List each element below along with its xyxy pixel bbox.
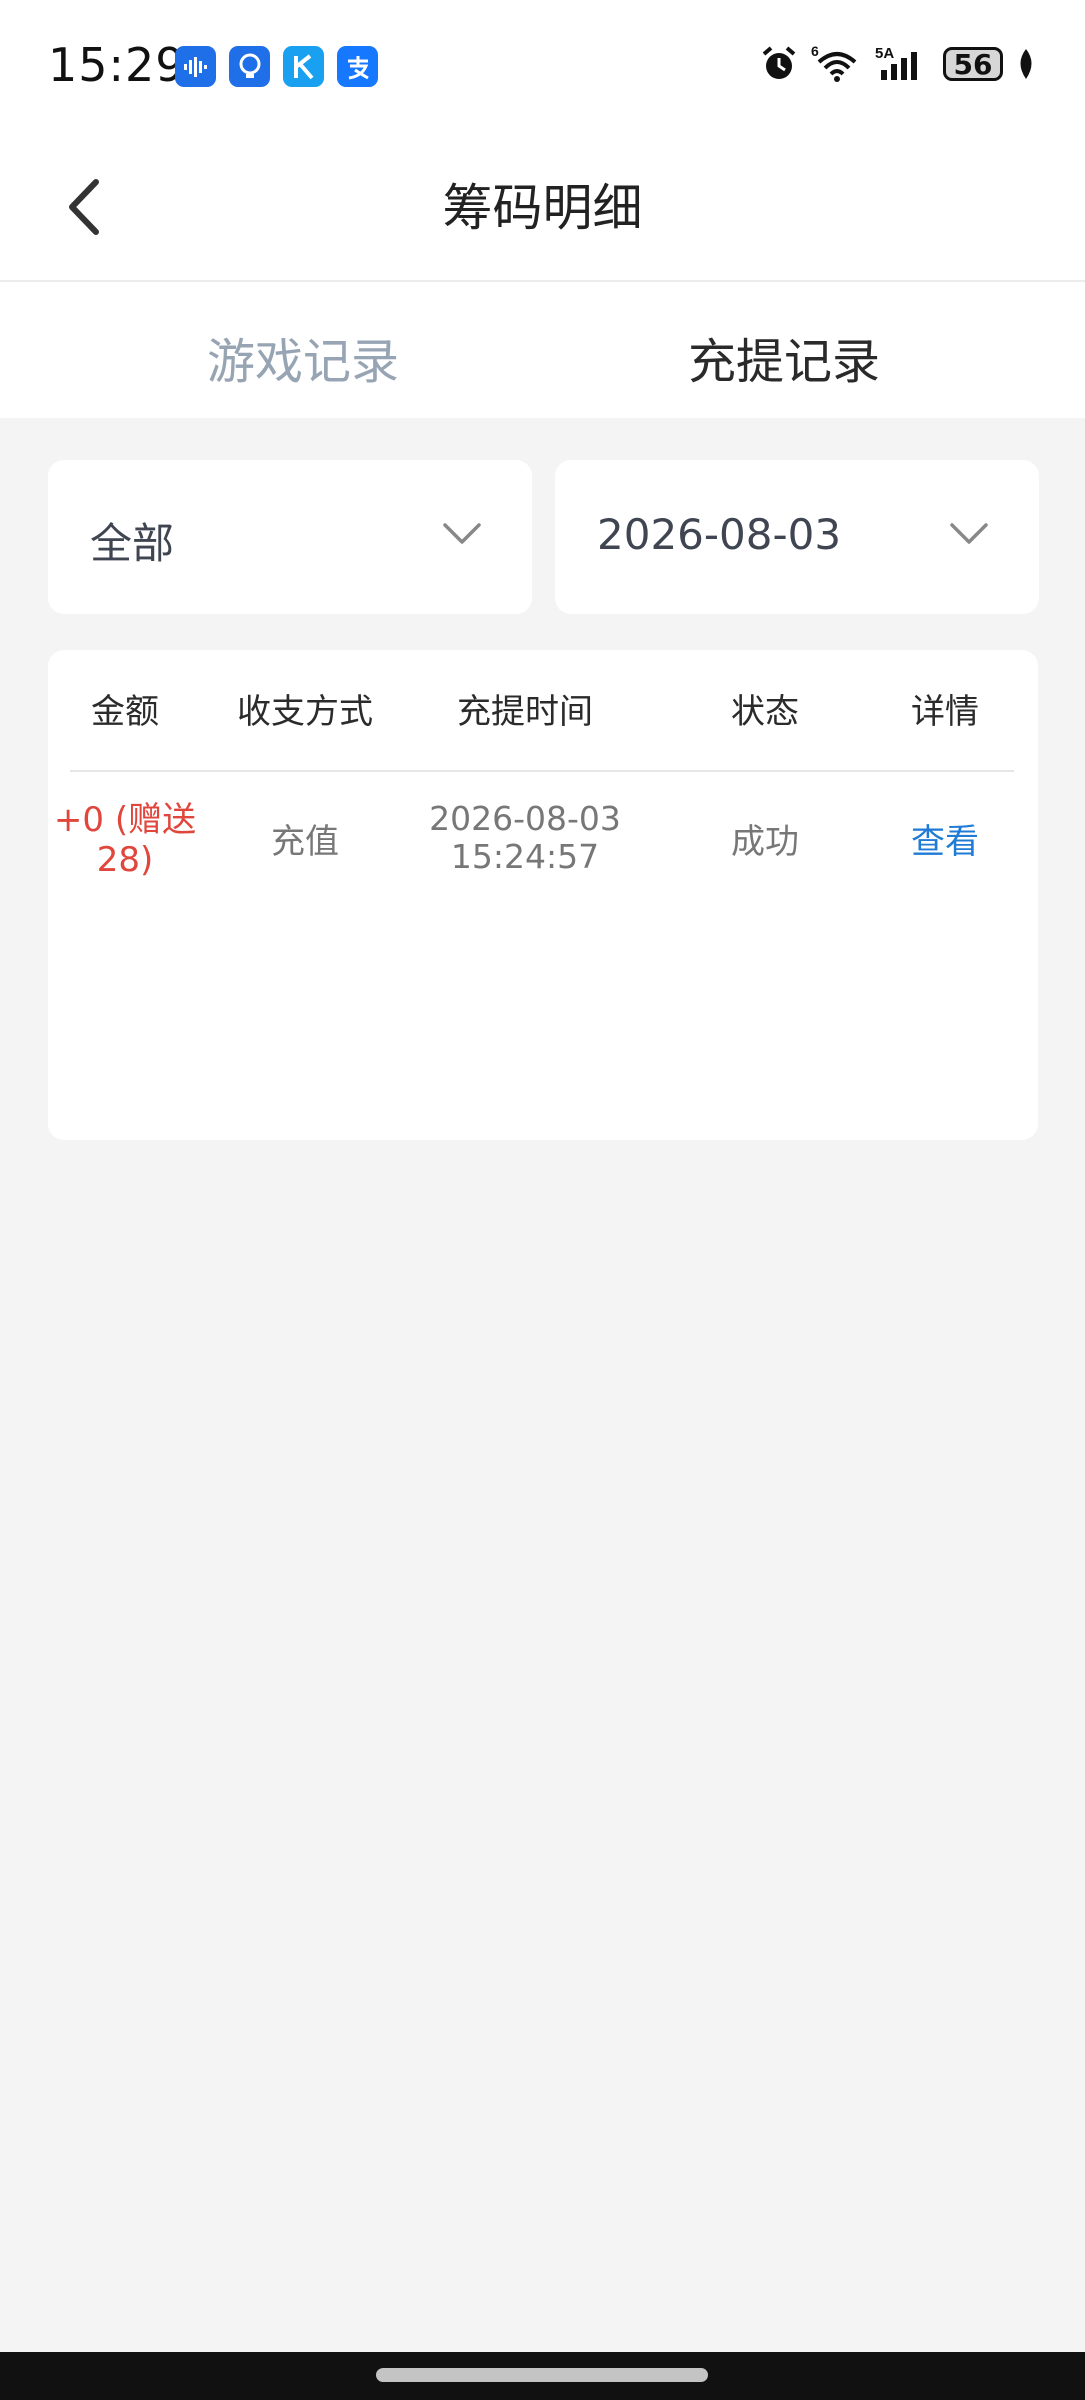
signal-icon: 5A [875, 44, 931, 84]
status-time: 15:29 [48, 38, 186, 92]
system-icons: 6 5A 56 [759, 44, 1037, 84]
voice-app-icon [175, 46, 216, 87]
column-method: 收支方式 [237, 692, 373, 732]
view-detail-link[interactable]: 查看 [890, 822, 1000, 862]
svg-text:5A: 5A [875, 45, 894, 62]
nav-bar: 筹码明细 [0, 132, 1085, 282]
row-amount-line2: 28) [96, 840, 154, 880]
column-status: 状态 [731, 692, 799, 732]
row-time-clock: 15:24:57 [450, 837, 600, 876]
leaf-icon [1015, 47, 1037, 81]
row-time: 2026-08-03 15:24:57 [410, 800, 640, 876]
notification-icons [175, 46, 378, 87]
table-row: +0 (赠送 28) 充值 2026-08-03 15:24:57 成功 查看 [54, 800, 1014, 920]
battery-icon: 56 [943, 47, 1003, 81]
type-filter-value: 全部 [90, 519, 175, 568]
row-amount: +0 (赠送 28) [54, 800, 196, 880]
home-indicator[interactable] [376, 2368, 708, 2382]
svg-text:6: 6 [811, 44, 819, 59]
column-time: 充提时间 [457, 692, 593, 732]
alipay-app-icon [337, 46, 378, 87]
battery-level: 56 [953, 47, 993, 81]
record-tabs: 游戏记录 充提记录 [0, 282, 1085, 418]
status-bar: 15:29 6 5A 56 [0, 0, 1085, 132]
tab-deposit-withdraw-records[interactable]: 充提记录 [688, 322, 880, 392]
lightbulb-app-icon [229, 46, 270, 87]
row-time-date: 2026-08-03 [429, 799, 621, 838]
chevron-down-icon [949, 522, 989, 550]
records-table-card: 金额 收支方式 充提时间 状态 详情 +0 (赠送 28) 充值 2026-08… [48, 650, 1038, 1140]
tab-game-records[interactable]: 游戏记录 [207, 322, 399, 392]
alarm-icon [759, 44, 799, 84]
type-filter-dropdown[interactable]: 全部 [48, 460, 532, 614]
page-title: 筹码明细 [442, 179, 643, 237]
chevron-down-icon [442, 522, 482, 550]
date-filter-value: 2026-08-03 [597, 510, 842, 559]
row-amount-line1: +0 (赠送 [53, 800, 197, 840]
k-app-icon [283, 46, 324, 87]
table-header: 金额 收支方式 充提时间 状态 详情 [70, 650, 1014, 772]
row-method: 充值 [271, 822, 339, 862]
column-amount: 金额 [91, 692, 159, 732]
wifi-icon: 6 [811, 44, 863, 84]
row-status: 成功 [731, 822, 799, 862]
column-detail: 详情 [911, 692, 979, 732]
date-filter-dropdown[interactable]: 2026-08-03 [555, 460, 1039, 614]
